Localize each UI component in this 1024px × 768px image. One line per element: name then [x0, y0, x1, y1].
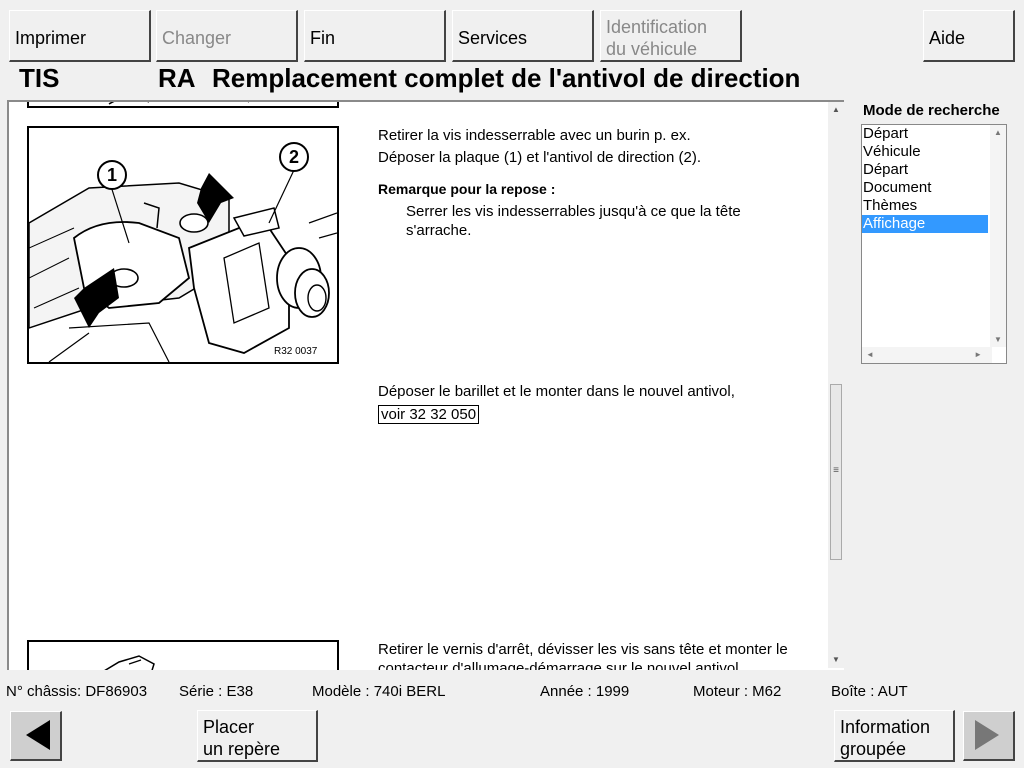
- help-button[interactable]: Aide: [923, 10, 1015, 62]
- note-line2: s'arrache.: [406, 222, 472, 239]
- doc-type: RA: [158, 63, 196, 93]
- list-scroll-down-icon[interactable]: ▼: [994, 335, 1002, 344]
- figure-steering-lock: 1 2 R32 0037: [27, 126, 339, 364]
- status-chassis: N° châssis: DF86903: [6, 683, 148, 700]
- step3-line2: contacteur d'allumage-démarrage sur le n…: [378, 660, 743, 670]
- step2-line1: Déposer le barillet et le monter dans le…: [378, 383, 735, 400]
- search-mode-item[interactable]: Départ: [862, 161, 988, 179]
- status-engine: Moteur : M62: [693, 683, 782, 700]
- callout-1: 1: [97, 160, 127, 190]
- change-button[interactable]: Changer: [156, 10, 298, 62]
- services-button[interactable]: Services: [452, 10, 594, 62]
- search-list-hscroll[interactable]: ◄ ►: [862, 347, 992, 363]
- step2-link[interactable]: voir 32 32 050: [378, 405, 480, 424]
- services-label: Services: [458, 27, 528, 48]
- status-series: Série : E38: [179, 683, 254, 700]
- bookmark-label-2: un repère: [203, 738, 281, 759]
- status-gearbox: Boîte : AUT: [831, 683, 908, 700]
- status-year: Année : 1999: [540, 683, 630, 700]
- search-mode-item[interactable]: Document: [862, 179, 988, 197]
- note-heading: Remarque pour la repose :: [378, 181, 556, 197]
- vehicle-id-label-1: Identification: [606, 16, 708, 37]
- step1-line2: Déposer la plaque (1) et l'antivol de di…: [378, 149, 702, 166]
- grip-icon: ≡: [833, 465, 839, 476]
- vehicle-identification-button[interactable]: Identification du véhicule: [600, 10, 742, 62]
- status-model: Modèle : 740i BERL: [312, 683, 446, 700]
- end-button[interactable]: Fin: [304, 10, 446, 62]
- previous-button[interactable]: [10, 711, 62, 761]
- list-scroll-right-icon[interactable]: ►: [974, 350, 982, 359]
- grouped-label-2: groupée: [840, 738, 907, 759]
- print-button[interactable]: Imprimer: [9, 10, 151, 62]
- grouped-information-button[interactable]: Information groupée: [834, 710, 955, 762]
- end-label: Fin: [310, 27, 336, 48]
- triangle-right-icon: [974, 720, 999, 750]
- place-bookmark-button[interactable]: Placer un repère: [197, 710, 318, 762]
- figure-label: R32 0037: [274, 346, 318, 357]
- grouped-label-1: Information: [840, 716, 931, 737]
- search-mode-label: Mode de recherche: [863, 102, 1000, 119]
- vehicle-id-label-2: du véhicule: [606, 38, 698, 59]
- bookmark-label-1: Placer: [203, 716, 255, 737]
- page-title: Remplacement complet de l'antivol de dir…: [212, 63, 801, 93]
- figure-previous-drawing: [108, 102, 249, 105]
- list-scroll-up-icon[interactable]: ▲: [994, 128, 1002, 137]
- print-label: Imprimer: [15, 27, 86, 48]
- callout-2: 2: [279, 142, 309, 172]
- scrollbar-thumb[interactable]: ≡: [830, 384, 842, 560]
- next-button[interactable]: [963, 711, 1015, 761]
- search-mode-item[interactable]: Véhicule: [862, 143, 988, 161]
- scroll-down-icon[interactable]: ▼: [828, 652, 844, 668]
- document-viewer[interactable]: 1 2 R32 0037 Retirer la vis indesserrabl…: [7, 100, 844, 670]
- change-label: Changer: [162, 27, 232, 48]
- document-scrollbar[interactable]: ▲ ≡ ▼: [828, 102, 844, 668]
- note-line1: Serrer les vis indesserrables jusqu'à ce…: [406, 203, 741, 220]
- step1-line1: Retirer la vis indesserrable avec un bur…: [378, 127, 691, 144]
- help-label: Aide: [929, 27, 966, 48]
- scroll-up-icon[interactable]: ▲: [828, 102, 844, 118]
- figure-previous: [27, 102, 339, 108]
- search-mode-list[interactable]: Départ Véhicule Départ Document Thèmes A…: [861, 124, 1007, 364]
- search-mode-item[interactable]: Départ: [862, 125, 988, 143]
- triangle-left-icon: [25, 720, 50, 750]
- app-name: TIS: [19, 63, 60, 93]
- search-list-vscroll[interactable]: ▲ ▼: [990, 125, 1006, 347]
- step3-line1: Retirer le vernis d'arrêt, dévisser les …: [378, 641, 788, 658]
- search-mode-item[interactable]: Thèmes: [862, 197, 988, 215]
- search-mode-item-selected[interactable]: Affichage: [862, 215, 988, 233]
- list-scroll-left-icon[interactable]: ◄: [866, 350, 874, 359]
- step2-link-wrapper: voir 32 32 050: [378, 405, 480, 425]
- figure-next: [27, 640, 339, 670]
- figure-next-drawing: [104, 655, 155, 670]
